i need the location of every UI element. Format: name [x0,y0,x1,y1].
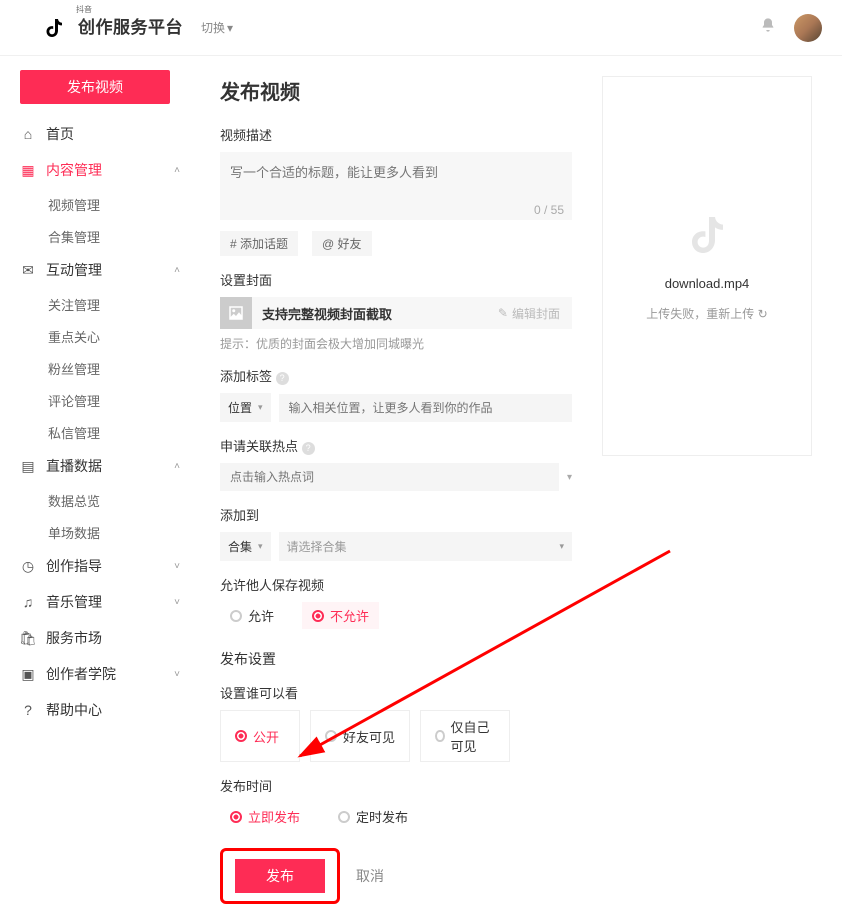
cover-text: 支持完整视频封面截取 [252,304,486,323]
sidebar-item-home[interactable]: ⌂首页 [20,116,180,152]
chevron-up-icon: ˄ [174,165,180,176]
sidebar-item-live[interactable]: ▤直播数据˄ [20,448,180,484]
home-icon: ⌂ [20,126,36,142]
publish-video-button[interactable]: 发布视频 [20,70,170,104]
upload-status[interactable]: 上传失败，重新上传 ↻ [646,305,767,322]
hotspot-label: 申请关联热点 ? [220,436,572,455]
cancel-button[interactable]: 取消 [356,866,384,886]
addto-type-select[interactable]: 合集▾ [220,532,271,561]
sidebar-item-interaction[interactable]: ✉互动管理˄ [20,252,180,288]
edit-cover-button[interactable]: ✎ 编辑封面 [486,305,572,322]
brand-name: 创作服务平台 [78,18,183,37]
video-preview: download.mp4 上传失败，重新上传 ↻ [602,76,812,456]
chevron-down-icon: ▾ [559,541,564,552]
visibility-self-radio[interactable]: 仅自己可见 [420,710,510,762]
help-icon[interactable]: ? [302,442,315,455]
preview-filename: download.mp4 [665,276,750,291]
sidebar-item-follow[interactable]: 关注管理 [48,288,180,320]
sidebar-item-guide[interactable]: ◷创作指导˅ [20,548,180,584]
publish-scheduled-radio[interactable]: 定时发布 [328,803,418,830]
chevron-down-icon: ▾ [227,21,233,35]
location-input[interactable] [279,394,572,422]
desc-label: 视频描述 [220,125,572,144]
chevron-down-icon: ˅ [174,597,180,608]
help-icon[interactable]: ? [276,372,289,385]
visibility-public-radio[interactable]: 公开 [220,710,300,762]
sidebar-item-data-overview[interactable]: 数据总览 [48,484,180,516]
compass-icon: ◷ [20,558,36,575]
chevron-down-icon: ˅ [174,561,180,572]
page-title: 发布视频 [220,76,572,105]
chevron-down-icon: ▾ [567,472,572,483]
publish-time-label: 发布时间 [220,776,572,795]
cover-label: 设置封面 [220,270,572,289]
sidebar-item-market[interactable]: 🛍服务市场 [20,620,180,656]
sidebar: 发布视频 ⌂首页 ▦内容管理˄ 视频管理 合集管理 ✉互动管理˄ 关注管理 重点… [0,56,200,738]
chevron-down-icon: ▾ [258,541,263,552]
char-counter: 0 / 55 [534,203,564,217]
submit-button[interactable]: 发布 [235,859,325,893]
addto-label: 添加到 [220,505,572,524]
sidebar-item-video-manage[interactable]: 视频管理 [48,188,180,220]
tag-label: 添加标签 ? [220,366,572,385]
sidebar-item-fans[interactable]: 粉丝管理 [48,352,180,384]
bell-icon[interactable] [760,17,776,38]
sidebar-item-music[interactable]: ♫音乐管理˅ [20,584,180,620]
publish-now-radio[interactable]: 立即发布 [220,803,310,830]
chevron-down-icon: ˅ [174,669,180,680]
description-input[interactable] [220,152,572,220]
help-icon: ? [20,702,36,718]
add-topic-chip[interactable]: # 添加话题 [220,231,298,256]
pencil-icon: ✎ [498,306,508,320]
cover-hint: 提示：优质的封面会极大增加同城曝光 [220,335,572,352]
music-icon: ♫ [20,594,36,610]
addto-collection-select[interactable]: 请选择合集▾ [279,532,572,561]
chevron-down-icon: ▾ [258,402,263,413]
sidebar-item-academy[interactable]: ▣创作者学院˅ [20,656,180,692]
cart-icon: 🛍 [20,630,36,647]
cover-row: 支持完整视频封面截取 ✎ 编辑封面 [220,297,572,329]
visibility-friends-radio[interactable]: 好友可见 [310,710,410,762]
switch-link[interactable]: 切换 ▾ [201,19,233,36]
bars-icon: ▤ [20,458,36,475]
avatar[interactable] [794,14,822,42]
chevron-up-icon: ˄ [174,461,180,472]
sidebar-item-collection-manage[interactable]: 合集管理 [48,220,180,252]
brand-sub: 抖音 [76,5,92,14]
annotation-highlight: 发布 [220,848,340,904]
sidebar-item-dm[interactable]: 私信管理 [48,416,180,448]
mention-friend-chip[interactable]: @ 好友 [312,231,372,256]
sidebar-item-single-session[interactable]: 单场数据 [48,516,180,548]
visibility-label: 设置谁可以看 [220,683,572,702]
tag-type-select[interactable]: 位置▾ [220,393,271,422]
allowsave-yes-radio[interactable]: 允许 [220,602,284,629]
allowsave-label: 允许他人保存视频 [220,575,572,594]
hotspot-input[interactable] [220,463,559,491]
grid-icon: ▦ [20,162,36,179]
chevron-up-icon: ˄ [174,265,180,276]
sidebar-item-focus[interactable]: 重点关心 [48,320,180,352]
publish-settings-title: 发布设置 [220,649,572,669]
sidebar-item-help[interactable]: ?帮助中心 [20,692,180,728]
cover-thumb-icon [220,297,252,329]
sidebar-item-content[interactable]: ▦内容管理˄ [20,152,180,188]
top-bar: 抖音 创作服务平台 切换 ▾ [0,0,842,56]
allowsave-no-radio[interactable]: 不允许 [302,602,379,629]
sidebar-item-comments[interactable]: 评论管理 [48,384,180,416]
chat-icon: ✉ [20,262,36,279]
douyin-logo-icon [40,14,68,42]
book-icon: ▣ [20,666,36,683]
douyin-placeholder-icon [683,211,731,262]
